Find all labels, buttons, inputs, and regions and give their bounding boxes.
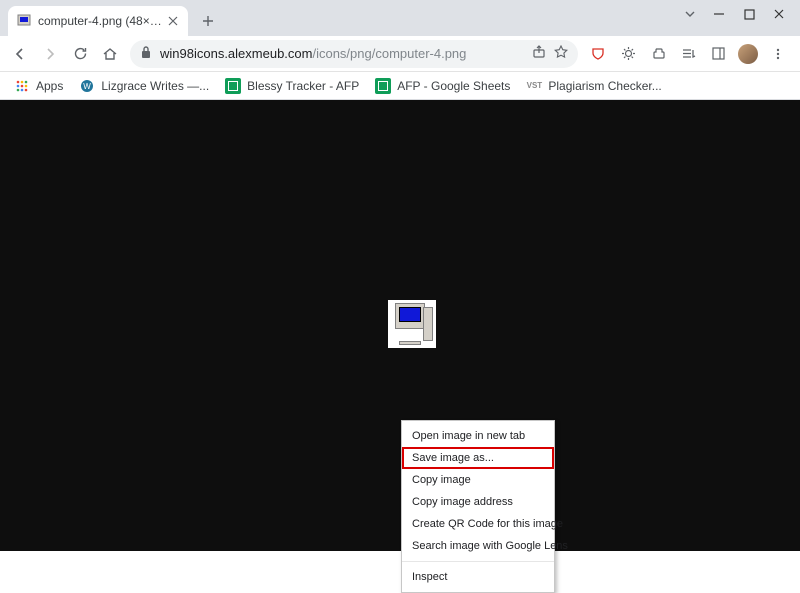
profile-avatar[interactable] [734,40,762,68]
reading-list-icon[interactable] [674,40,702,68]
window-controls [670,0,800,28]
wordpress-icon: W [79,78,95,94]
apps-icon [14,78,30,94]
menu-search-lens[interactable]: Search image with Google Lens [402,535,554,557]
bookmark-label: Blessy Tracker - AFP [247,79,359,93]
share-icon[interactable] [532,45,546,62]
bookmark-label: Lizgrace Writes —... [101,79,209,93]
menu-copy-address[interactable]: Copy image address [402,491,554,513]
new-tab-button[interactable] [194,7,222,35]
tab-favicon-icon [16,13,32,29]
bookmark-lizgrace[interactable]: W Lizgrace Writes —... [73,76,215,96]
computer-icon [391,303,433,345]
apps-button[interactable]: Apps [8,76,69,96]
bookmark-label: AFP - Google Sheets [397,79,510,93]
bookmark-afp[interactable]: AFP - Google Sheets [369,76,516,96]
bookmark-blessy[interactable]: Blessy Tracker - AFP [219,76,365,96]
bookmark-label: Apps [36,79,63,93]
bookmark-plagiarism[interactable]: VST Plagiarism Checker... [520,76,667,96]
menu-save-image-as[interactable]: Save image as... [402,447,554,469]
bookmark-label: Plagiarism Checker... [548,79,661,93]
sheets-icon [375,78,391,94]
address-bar[interactable]: win98icons.alexmeub.com/icons/png/comput… [130,40,578,68]
tab-title: computer-4.png (48×48) [38,14,166,28]
side-panel-icon[interactable] [704,40,732,68]
extensions-icon[interactable] [644,40,672,68]
close-icon[interactable] [772,7,786,21]
maximize-icon[interactable] [742,7,756,21]
menu-open-new-tab[interactable]: Open image in new tab [402,425,554,447]
vst-icon: VST [526,78,542,94]
back-button[interactable] [6,40,34,68]
toolbar: win98icons.alexmeub.com/icons/png/comput… [0,36,800,72]
extension-gear-icon[interactable] [614,40,642,68]
menu-copy-image[interactable]: Copy image [402,469,554,491]
svg-text:W: W [84,82,92,91]
toolbar-right [584,40,794,68]
tab-close-icon[interactable] [166,14,180,28]
forward-button[interactable] [36,40,64,68]
lock-icon [140,45,152,62]
sheets-icon [225,78,241,94]
bookmarks-bar: Apps W Lizgrace Writes —... Blessy Track… [0,72,800,100]
menu-inspect[interactable]: Inspect [402,566,554,588]
page-viewport[interactable]: Open image in new tab Save image as... C… [0,100,800,551]
menu-create-qr[interactable]: Create QR Code for this image [402,513,554,535]
tab-active[interactable]: computer-4.png (48×48) [8,6,188,36]
displayed-image[interactable] [388,300,436,348]
context-menu: Open image in new tab Save image as... C… [401,420,555,593]
star-icon[interactable] [554,45,568,62]
extension-shield-icon[interactable] [584,40,612,68]
chevron-down-icon[interactable] [684,8,696,20]
menu-separator [402,561,554,562]
reload-button[interactable] [66,40,94,68]
menu-icon[interactable] [764,40,792,68]
url-text: win98icons.alexmeub.com/icons/png/comput… [160,46,524,61]
minimize-icon[interactable] [712,7,726,21]
home-button[interactable] [96,40,124,68]
